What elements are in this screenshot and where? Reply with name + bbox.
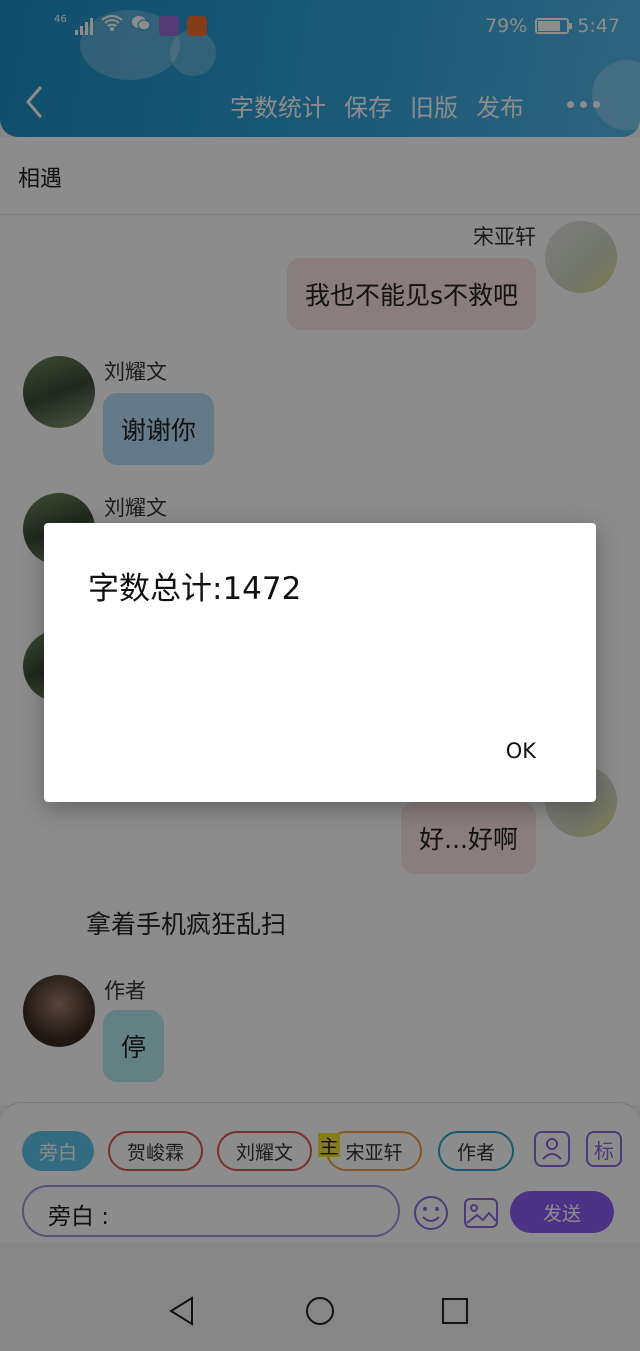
ok-button[interactable]: OK xyxy=(506,739,536,763)
word-count-dialog: 字数总计:1472 OK xyxy=(44,523,596,802)
dialog-message: 字数总计:1472 xyxy=(88,571,302,607)
